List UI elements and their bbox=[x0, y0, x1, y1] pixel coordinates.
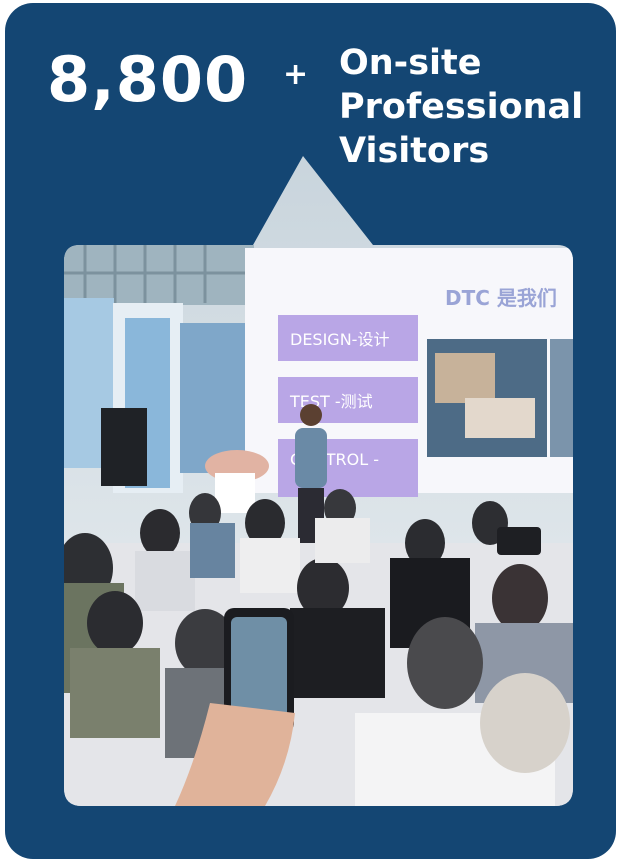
screen-item-design: DESIGN-设计 bbox=[290, 330, 389, 349]
event-photo: DTC 是我们 DESIGN-设计 TEST -测试 CONTROL - bbox=[5, 3, 616, 859]
screen-item-test: TEST -测试 bbox=[289, 392, 373, 411]
screen-title: DTC 是我们 bbox=[445, 286, 557, 310]
stat-card: 8,800 + On-site Professional Visitors DT… bbox=[5, 3, 616, 859]
